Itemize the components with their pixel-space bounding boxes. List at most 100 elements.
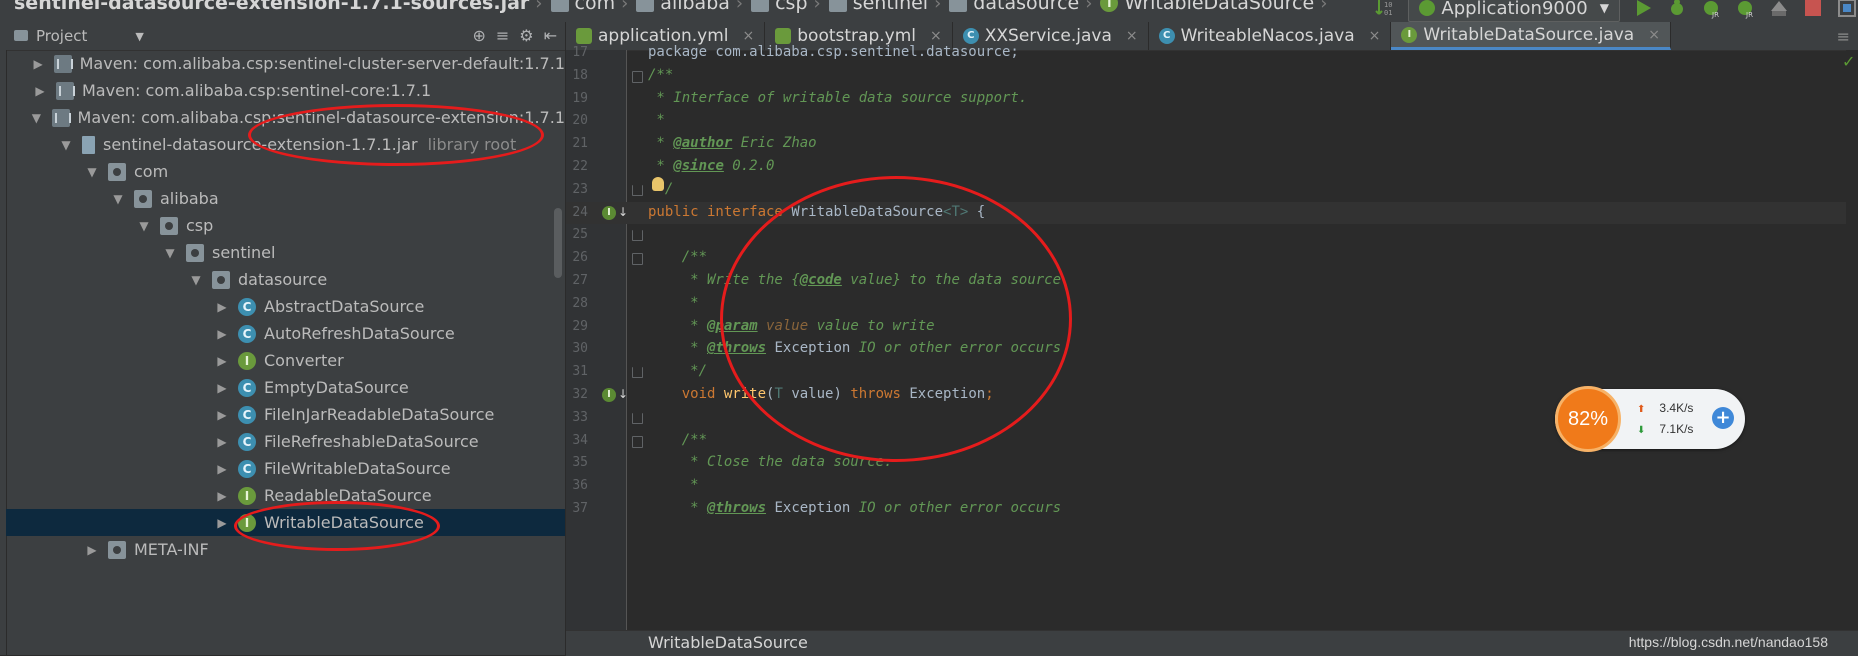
breadcrumb-item[interactable]: datasource xyxy=(949,0,1079,14)
breadcrumb-item[interactable]: sentinel xyxy=(828,0,928,14)
fold-icon[interactable] xyxy=(632,435,643,448)
collapsed-arrow-icon[interactable]: ▶ xyxy=(214,435,230,449)
breadcrumb-item[interactable]: I WritableDataSource xyxy=(1100,0,1314,14)
chevron-down-icon[interactable]: ▼ xyxy=(135,30,143,43)
breadcrumb-item[interactable]: sentinel-datasource-extension-1.7.1-sour… xyxy=(14,0,529,14)
line-number: 33 xyxy=(572,409,588,425)
code-token: * xyxy=(648,340,708,357)
collapsed-arrow-icon[interactable]: ▶ xyxy=(214,381,230,395)
tree-node[interactable]: ▶ I WritableDataSource xyxy=(6,509,565,536)
jrebel-debug-icon[interactable]: JR xyxy=(1734,0,1756,19)
collapsed-arrow-icon[interactable]: ▶ xyxy=(84,543,100,557)
jrebel-run-icon[interactable]: JR xyxy=(1700,0,1722,19)
code-text: * @throws Exception IO or other error oc… xyxy=(648,500,1061,516)
code-token: /** xyxy=(648,249,708,266)
close-icon[interactable]: × xyxy=(1648,27,1660,43)
breadcrumb-item[interactable]: com xyxy=(550,0,615,14)
implemented-gutter-icon[interactable]: I xyxy=(602,388,616,402)
network-speed-widget[interactable]: 82% ⬆ 3.4K/s ⬇ 7.1K/s + xyxy=(1555,386,1745,452)
fold-icon[interactable] xyxy=(632,253,643,266)
fold-end-icon[interactable] xyxy=(632,367,643,379)
collapsed-arrow-icon[interactable]: ▶ xyxy=(32,84,48,98)
tree-node[interactable]: ▶ I ReadableDataSource xyxy=(6,482,565,509)
run-icon[interactable] xyxy=(1632,0,1654,19)
collapsed-arrow-icon[interactable]: ▶ xyxy=(214,327,230,341)
tree-node[interactable]: ▶ Maven: com.alibaba.csp:sentinel-core:1.… xyxy=(6,77,565,104)
tree-node[interactable]: ▶ C AutoRefreshDataSource xyxy=(6,320,565,347)
code-text: /** xyxy=(648,67,673,83)
coverage-icon[interactable] xyxy=(1768,0,1790,19)
tree-node[interactable]: ▶ C FileInJarReadableDataSource xyxy=(6,401,565,428)
analysis-ok-icon[interactable]: ✓ xyxy=(1842,52,1855,71)
class-icon: C xyxy=(238,432,256,451)
locate-icon[interactable]: ⊕ xyxy=(472,26,485,45)
package-icon xyxy=(108,540,126,559)
tree-node[interactable]: ▶ C FileRefreshableDataSource xyxy=(6,428,565,455)
fold-end-icon[interactable] xyxy=(632,412,643,424)
code-line: 18 /** xyxy=(566,65,1858,88)
collapse-icon[interactable]: ≡ xyxy=(496,26,509,45)
collapsed-arrow-icon[interactable]: ▶ xyxy=(214,462,230,476)
collapsed-arrow-icon[interactable]: ▶ xyxy=(214,354,230,368)
folder-icon xyxy=(751,0,770,12)
expanded-arrow-icon[interactable]: ▼ xyxy=(136,219,152,233)
tree-node[interactable]: ▼ sentinel xyxy=(6,239,565,266)
error-stripe[interactable] xyxy=(1846,50,1858,655)
fold-icon[interactable] xyxy=(632,70,643,83)
expanded-arrow-icon[interactable]: ▼ xyxy=(29,111,43,125)
fold-end-icon[interactable] xyxy=(632,184,643,196)
code-token: * xyxy=(648,158,674,174)
hide-icon[interactable]: ⇤ xyxy=(544,26,557,45)
expanded-arrow-icon[interactable]: ▼ xyxy=(110,192,126,206)
tree-node[interactable]: ▼ csp xyxy=(6,212,565,239)
expanded-arrow-icon[interactable]: ▼ xyxy=(84,165,100,179)
upload-speed: ⬆ 3.4K/s xyxy=(1637,401,1693,415)
line-number: 32 xyxy=(572,387,588,402)
code-token: Eric Zhao xyxy=(732,135,817,152)
tree-node[interactable]: ▶ I Converter xyxy=(6,347,565,374)
collapsed-arrow-icon[interactable]: ▶ xyxy=(214,516,230,530)
tree-node[interactable]: ▶ C EmptyDataSource xyxy=(6,374,565,401)
expanded-arrow-icon[interactable]: ▼ xyxy=(188,273,204,287)
code-token: IO or other error occurs xyxy=(850,340,1062,357)
collapsed-arrow-icon[interactable]: ▶ xyxy=(31,57,46,71)
tree-node[interactable]: ▼ com xyxy=(6,158,565,185)
structure-breadcrumb[interactable]: WritableDataSource xyxy=(648,633,808,652)
tree-node[interactable]: ▼ sentinel-datasource-extension-1.7.1.jar… xyxy=(6,131,565,158)
intention-bulb-icon[interactable] xyxy=(652,176,664,191)
chevron-down-icon: ▼ xyxy=(1599,1,1609,15)
expanded-arrow-icon[interactable]: ▼ xyxy=(58,138,74,152)
tree-node[interactable]: ▼ datasource xyxy=(6,266,565,293)
plus-icon[interactable]: + xyxy=(1712,407,1734,429)
debug-icon[interactable] xyxy=(1666,0,1688,19)
fold-end-icon[interactable] xyxy=(632,230,643,242)
memory-usage-badge[interactable]: 82% xyxy=(1555,386,1621,452)
breadcrumb-item[interactable]: alibaba xyxy=(636,0,730,14)
line-number: 23 xyxy=(572,181,588,197)
collapsed-arrow-icon[interactable]: ▶ xyxy=(214,300,230,314)
tree-node[interactable]: ▶ META-INF xyxy=(6,536,565,563)
project-view-title[interactable]: Project xyxy=(36,27,87,45)
tree-node[interactable]: ▼ alibaba xyxy=(6,185,565,212)
expanded-arrow-icon[interactable]: ▼ xyxy=(162,246,178,260)
tree-node[interactable]: ▶ Maven: com.alibaba.csp:sentinel-cluster… xyxy=(6,50,565,77)
code-area[interactable]: 17 package com.alibaba.csp.sentinel.datas… xyxy=(566,44,1858,630)
tree-node[interactable]: ▶ C AbstractDataSource xyxy=(6,293,565,320)
project-tree-scrollbar[interactable] xyxy=(554,208,562,278)
tree-node-label: FileWritableDataSource xyxy=(264,459,451,478)
settings-icon[interactable]: ⚙ xyxy=(519,26,533,45)
implemented-gutter-icon[interactable]: I xyxy=(602,205,616,220)
svg-text:10: 10 xyxy=(1384,1,1392,9)
build-icon[interactable]: 10 01 xyxy=(1374,0,1396,19)
collapsed-arrow-icon[interactable]: ▶ xyxy=(214,408,230,422)
tree-node-label: com xyxy=(134,162,169,181)
folder-icon xyxy=(550,0,569,12)
stop-icon[interactable] xyxy=(1802,0,1824,19)
project-structure-icon[interactable] xyxy=(1836,0,1858,19)
tree-node[interactable]: ▼ Maven: com.alibaba.csp:sentinel-datasou… xyxy=(6,104,565,131)
tree-node[interactable]: ▶ C FileWritableDataSource xyxy=(6,455,565,482)
run-configuration-select[interactable]: Application9000 ▼ xyxy=(1408,0,1620,22)
package-icon xyxy=(160,216,178,235)
collapsed-arrow-icon[interactable]: ▶ xyxy=(214,489,230,503)
breadcrumb-item[interactable]: csp xyxy=(751,0,808,14)
